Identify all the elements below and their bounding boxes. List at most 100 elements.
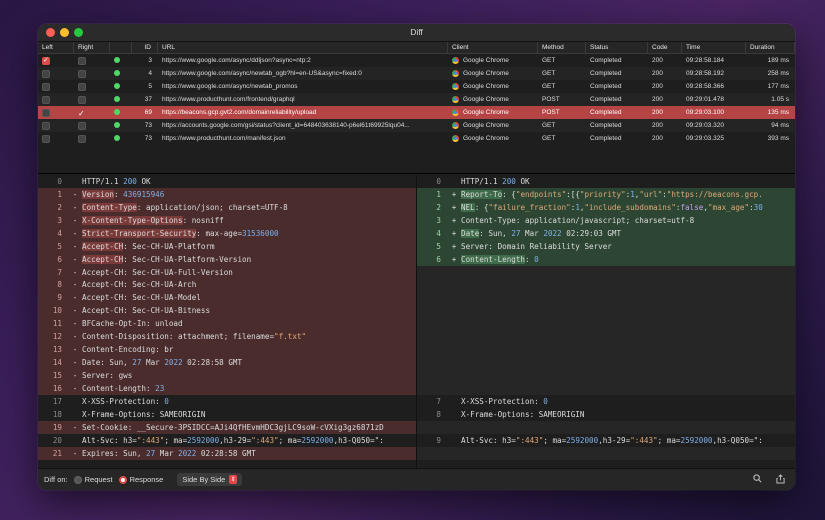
col-dot-header[interactable] [110, 42, 132, 53]
row-method: GET [542, 122, 556, 129]
code-token: ":443" [515, 435, 544, 445]
line-number: 12 [52, 332, 62, 342]
col-time-header[interactable]: Time [682, 42, 746, 53]
table-row[interactable]: 3 https://www.google.com/async/ddljson?as… [38, 54, 795, 67]
row-time: 09:28:58.184 [686, 57, 724, 64]
right-checkbox[interactable] [78, 121, 86, 130]
col-right-header[interactable]: Right [74, 42, 110, 53]
line-code: X-Content-Type-Options: nosniff [82, 215, 224, 225]
code-token: 2592000 [187, 435, 220, 445]
right-checkbox[interactable] [78, 82, 86, 91]
line-number: 19 [52, 422, 62, 432]
line-number: 0 [57, 176, 62, 186]
code-token: X-Frame-Options: SAMEORIGIN [82, 409, 206, 419]
left-checkbox[interactable] [42, 82, 50, 91]
right-checkbox-cell[interactable] [74, 134, 110, 143]
table-row[interactable]: 5 https://www.google.com/async/newtab_pro… [38, 80, 795, 93]
chrome-icon [452, 108, 459, 116]
right-checkbox[interactable] [78, 56, 86, 65]
table-row[interactable]: ✓ 69 https://beacons.gcp.gvt2.com/domainre… [38, 106, 795, 119]
left-checkbox-cell[interactable] [38, 95, 74, 104]
diff-blank-line [417, 330, 795, 344]
code-token: "endpoints" [515, 189, 567, 199]
line-code: Date: Sun, 27 Mar 2022 02:28:58 GMT [82, 358, 242, 367]
col-left-header[interactable]: Left [38, 42, 74, 53]
right-checkbox-cell[interactable] [74, 69, 110, 78]
line-number: 7 [57, 267, 62, 277]
status-dot-icon [114, 122, 120, 129]
diff-line: 10- Accept-CH: Sec-CH-UA-Bitness [38, 304, 416, 318]
right-checkbox-cell[interactable] [74, 82, 110, 91]
checkmark-icon[interactable]: ✓ [78, 109, 86, 117]
row-time: 09:29:01.478 [686, 96, 724, 103]
left-checkbox[interactable] [42, 95, 50, 104]
request-radio[interactable]: Request [73, 475, 113, 484]
diff-line: 18 X-Frame-Options: SAMEORIGIN [38, 408, 416, 421]
col-status-header[interactable]: Status [586, 42, 648, 53]
col-duration-header[interactable]: Duration [746, 42, 795, 53]
code-token: : Sun, [479, 228, 512, 238]
row-duration: 189 ms [767, 57, 789, 64]
left-checkbox[interactable] [42, 134, 50, 143]
left-checkbox-cell[interactable] [38, 134, 74, 143]
status-dot-cell [110, 57, 132, 64]
diff-mode-select[interactable]: Side By Side ⇕ [177, 473, 243, 486]
row-method: POST [542, 96, 560, 103]
row-client-label: Google Chrome [463, 57, 509, 65]
share-icon[interactable] [776, 474, 785, 486]
code-token: 23 [155, 383, 165, 393]
row-id: 4 [148, 70, 152, 77]
left-checkbox-cell[interactable] [38, 82, 74, 91]
right-checkbox-cell[interactable]: ✓ [74, 109, 110, 117]
diff-on-label: Diff on: [44, 475, 68, 484]
code-token: Accept-CH [82, 241, 124, 251]
code-token: OK [136, 176, 151, 186]
left-checkbox-cell[interactable] [38, 56, 74, 65]
right-checkbox-cell[interactable] [74, 121, 110, 130]
col-code-header[interactable]: Code [648, 42, 682, 53]
right-checkbox[interactable] [78, 95, 86, 104]
col-id-header[interactable]: ID [132, 42, 158, 53]
row-method: GET [542, 83, 556, 90]
left-checkbox-cell[interactable] [38, 69, 74, 78]
right-checkbox-cell[interactable] [74, 95, 110, 104]
table-row[interactable]: 37 https://www.producthunt.com/frontend/g… [38, 93, 795, 106]
status-dot-cell [110, 122, 132, 129]
col-method-header[interactable]: Method [538, 42, 586, 53]
row-code: 200 [652, 109, 663, 116]
diff-line: 20 Alt-Svc: h3=":443"; ma=2592000,h3-29="… [38, 434, 416, 447]
left-checkbox[interactable] [42, 69, 50, 78]
right-checkbox[interactable] [78, 69, 86, 78]
right-diff-pane[interactable]: 0 HTTP/1.1 200 OK 1 + Report-To: {"endpoints… [417, 175, 795, 468]
left-checkbox[interactable] [42, 56, 50, 65]
row-method: POST [542, 109, 560, 116]
table-row[interactable]: 73 https://accounts.google.com/gsi/status… [38, 119, 795, 132]
diff-marker: + [451, 215, 457, 225]
code-token: X-Content-Type-Options [82, 215, 183, 225]
row-code: 200 [652, 135, 663, 142]
status-dot-cell [110, 83, 132, 90]
left-checkbox[interactable] [42, 108, 50, 117]
table-row[interactable]: 4 https://www.google.com/async/newtab_ogb… [38, 67, 795, 80]
code-token: Accept-CH: Sec-CH-UA-Bitness [82, 306, 211, 316]
row-client: Google Chrome [448, 69, 538, 77]
search-icon[interactable] [753, 474, 762, 486]
line-number: 5 [436, 241, 441, 251]
left-checkbox-cell[interactable] [38, 121, 74, 130]
row-client-label: Google Chrome [463, 83, 509, 91]
right-checkbox[interactable] [78, 134, 86, 143]
col-client-header[interactable]: Client [448, 42, 538, 53]
diff-line: 17 X-XSS-Protection: 0 [38, 395, 416, 408]
diff-marker: - [72, 293, 78, 303]
line-number: 15 [52, 371, 62, 381]
row-status: Completed [590, 57, 622, 64]
left-checkbox[interactable] [42, 121, 50, 130]
left-diff-pane[interactable]: 0 HTTP/1.1 200 OK 1- Version: 436915946 2- Co… [38, 175, 417, 468]
table-row[interactable]: 73 https://www.producthunt.com/manifest.j… [38, 132, 795, 145]
row-client: Google Chrome [448, 56, 538, 65]
diff-line: 15- Server: gws [38, 369, 416, 382]
right-checkbox-cell[interactable] [74, 56, 110, 65]
left-checkbox-cell[interactable] [38, 108, 74, 117]
col-url-header[interactable]: URL [158, 42, 448, 53]
response-radio[interactable]: Response [118, 475, 163, 484]
